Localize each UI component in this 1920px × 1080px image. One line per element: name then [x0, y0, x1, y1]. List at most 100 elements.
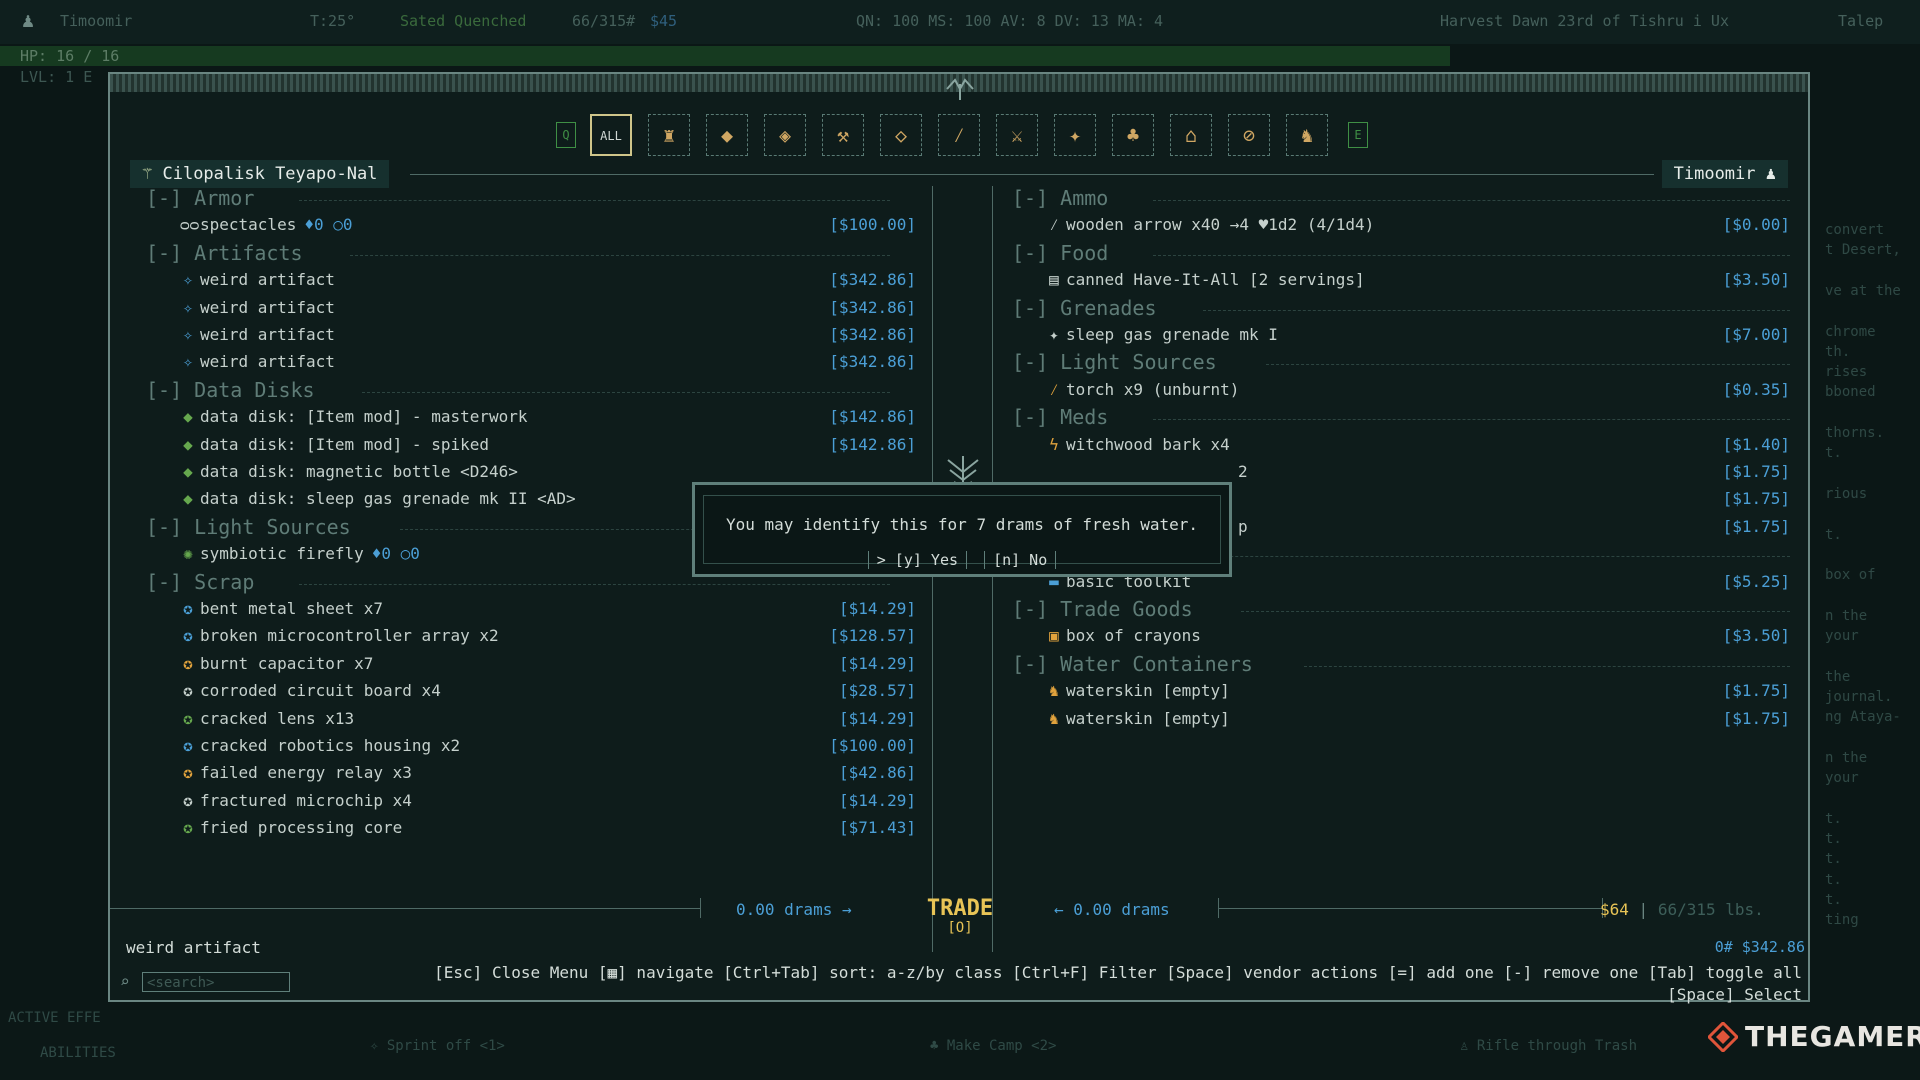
category-header[interactable]: [-] Meds	[1012, 405, 1108, 429]
item-row[interactable]: ✪ fried processing core	[180, 816, 402, 840]
item-row[interactable]: ✪ bent metal sheet x7	[180, 597, 383, 621]
item-row[interactable]: ♞ waterskin [empty]	[1046, 679, 1230, 703]
background-log-line: box of	[1825, 567, 1876, 584]
category-header[interactable]: [-] Trade Goods	[1012, 597, 1193, 621]
item-row[interactable]: ✦ sleep gas grenade mk I	[1046, 323, 1278, 347]
item-row[interactable]: ✧ weird artifact	[180, 323, 335, 347]
item-row[interactable]: ✪ cracked robotics housing x2	[180, 734, 460, 758]
item-row[interactable]: ◆ data disk: sleep gas grenade mk II <AD>	[180, 487, 576, 511]
item-row[interactable]: ◆ data disk: magnetic bottle <D246>	[180, 460, 518, 484]
item-price: [$342.86]	[829, 352, 916, 372]
player-avatar-icon-small: ♟	[1755, 164, 1776, 184]
category-header[interactable]: [-] Food	[1012, 241, 1108, 265]
item-row[interactable]: ✪ burnt capacitor x7	[180, 652, 373, 676]
keyboard-hints: [Esc] Close Menu [▦] navigate [Ctrl+Tab]…	[434, 962, 1802, 1006]
filter-category-button[interactable]: ◇	[880, 114, 922, 156]
filter-category-button[interactable]: ⊘	[1228, 114, 1270, 156]
item-price: [$71.43]	[838, 818, 916, 838]
rifle-label: Rifle through Trash	[1476, 1038, 1638, 1054]
level-text: LVL: 1 E	[20, 68, 93, 86]
category-header[interactable]: [-] Armor	[146, 186, 254, 210]
make-camp-ability[interactable]: ♣ Make Camp <2>	[930, 1038, 1056, 1054]
item-row[interactable]: ✧ weird artifact	[180, 350, 335, 374]
filter-category-button[interactable]: ⁄	[938, 114, 980, 156]
item-name: fractured microchip x4	[200, 790, 412, 810]
category-dotted-line	[1165, 556, 1790, 558]
item-row[interactable]: ◆ data disk: [Item mod] - masterwork	[180, 405, 527, 429]
dialog-ornament-icon	[946, 78, 974, 100]
item-row[interactable]: ✪ failed energy relay x3	[180, 761, 412, 785]
item-row[interactable]: ᴑᴑspectacles ♦0 ○0	[180, 213, 353, 237]
category-dotted-line	[1241, 611, 1790, 612]
item-row[interactable]: ▣ box of crayons	[1046, 624, 1201, 648]
selected-item-info: 0# $342.86	[1714, 938, 1805, 956]
filter-category-button[interactable]: ⚒	[822, 114, 864, 156]
category-header[interactable]: [-] Light Sources	[146, 515, 351, 539]
filter-category-button[interactable]: ◆	[706, 114, 748, 156]
item-row[interactable]: ✧ weird artifact	[180, 268, 335, 292]
category-header[interactable]: [-] Ammo	[1012, 186, 1108, 210]
filter-category-button[interactable]: ◈	[764, 114, 806, 156]
item-row[interactable]: ϟ witchwood bark x4	[1046, 433, 1230, 457]
category-header[interactable]: [-] Water Containers	[1012, 652, 1253, 676]
item-row[interactable]: ✪ fractured microchip x4	[180, 789, 412, 813]
item-row[interactable]: ♞ waterskin [empty]	[1046, 707, 1230, 731]
category-header[interactable]: [-] Light Sources	[1012, 350, 1217, 374]
modal-no-button[interactable]: [n] No	[984, 551, 1057, 569]
item-price: [$0.35]	[1722, 379, 1790, 399]
item-price: [$1.40]	[1722, 434, 1790, 454]
item-price: [$14.29]	[838, 708, 916, 728]
item-row[interactable]: ⁄ wooden arrow x40 →4 ♥1d2 (4/1d4)	[1046, 213, 1374, 237]
item-row[interactable]: ✺ symbiotic firefly ♦0 ○0	[180, 542, 420, 566]
filter-category-button[interactable]: ✦	[1054, 114, 1096, 156]
item-name: weird artifact	[200, 270, 335, 290]
category-dotted-line	[1152, 254, 1790, 256]
search-input[interactable]: <search>	[142, 972, 290, 992]
category-header[interactable]: [-] Data Disks	[146, 378, 315, 402]
category-header[interactable]: [-] Artifacts	[146, 241, 303, 265]
filter-next-key[interactable]: E	[1348, 122, 1368, 148]
spectacles-icon: ᴑᴑ	[180, 215, 200, 235]
background-log-line: t.	[1825, 851, 1842, 868]
background-log-line: thorns.	[1825, 425, 1885, 441]
sprint-ability[interactable]: ✧ Sprint off <1>	[370, 1038, 505, 1054]
filter-category-button[interactable]: ♜	[648, 114, 690, 156]
item-price: [$0.00]	[1722, 215, 1790, 235]
filter-all-button[interactable]: ALL	[590, 114, 632, 156]
hints-line-1: [Esc] Close Menu [▦] navigate [Ctrl+Tab]…	[434, 963, 1802, 982]
category-header[interactable]: [-] Grenades	[1012, 296, 1157, 320]
item-row[interactable]: ▤ canned Have-It-All [2 servings]	[1046, 268, 1364, 292]
item-price: [$14.29]	[838, 790, 916, 810]
item-row[interactable]: ⁄ torch x9 (unburnt)	[1046, 378, 1239, 402]
data-disk-icon: ◆	[183, 434, 193, 454]
scrap-icon: ✪	[183, 763, 193, 783]
background-log-line: your	[1825, 770, 1859, 787]
filter-category-button[interactable]: ♞	[1286, 114, 1328, 156]
item-price: [$14.29]	[838, 653, 916, 673]
sprint-icon: ✧	[370, 1038, 387, 1054]
item-row-partial[interactable]: p	[1238, 515, 1248, 539]
item-row-partial[interactable]: 2	[1238, 460, 1248, 484]
trade-button[interactable]: TRADE	[920, 896, 1000, 921]
filter-bar: Q ALL ♜ ◆ ◈ ⚒ ◇ ⁄ ⚔ ✦ ♣ ⌂ ⊘ ♞ E	[110, 114, 1808, 158]
item-price: [$100.00]	[829, 736, 916, 755]
filter-category-button[interactable]: ♣	[1112, 114, 1154, 156]
crayon-box-icon: ▣	[1049, 626, 1059, 646]
item-row[interactable]: ✧ weird artifact	[180, 296, 335, 320]
item-name: burnt capacitor x7	[200, 653, 374, 673]
item-row[interactable]: ✪ corroded circuit board x4	[180, 679, 441, 703]
item-row[interactable]: ✪ cracked lens x13	[180, 707, 354, 731]
vendor-avatar-icon: ⚚	[142, 164, 163, 184]
background-log-line: n the	[1825, 749, 1868, 766]
modal-yes-button[interactable]: > [y] Yes	[867, 551, 968, 569]
category-dotted-line	[1266, 364, 1790, 366]
item-row[interactable]: ◆ data disk: [Item mod] - spiked	[180, 433, 489, 457]
filter-category-button[interactable]: ⚔	[996, 114, 1038, 156]
rifle-ability[interactable]: ♙ Rifle through Trash	[1460, 1038, 1637, 1054]
filter-category-button[interactable]: ⌂	[1170, 114, 1212, 156]
filter-prev-key[interactable]: Q	[556, 122, 576, 148]
make-camp-label: Make Camp <2>	[946, 1038, 1057, 1054]
item-row[interactable]: ✪ broken microcontroller array x2	[180, 624, 498, 648]
weight-value: 66/315 lbs.	[1657, 900, 1764, 919]
category-header[interactable]: [-] Scrap	[146, 570, 254, 594]
